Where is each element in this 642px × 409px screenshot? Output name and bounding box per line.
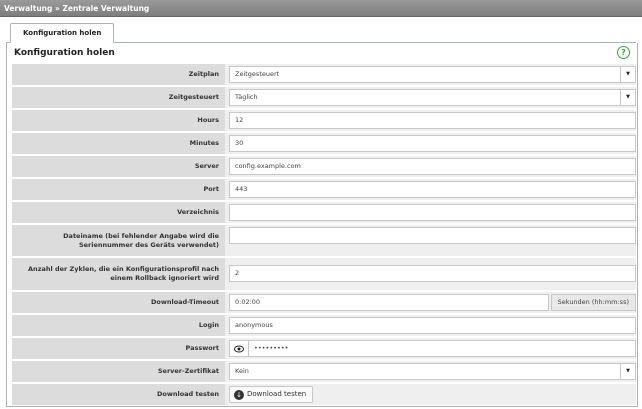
server-zertifikat-label: Server-Zertifikat: [12, 361, 225, 382]
chevron-down-icon[interactable]: ▼: [620, 364, 635, 379]
row-server: Server config.example.com: [12, 156, 636, 177]
tab-konfiguration-holen[interactable]: Konfiguration holen: [10, 23, 115, 43]
zeitgesteuert-value: Täglich: [235, 93, 258, 101]
server-zertifikat-value: Kein: [235, 367, 249, 375]
passwort-input[interactable]: •••••••••: [229, 340, 636, 357]
zyklen-input[interactable]: 2: [229, 265, 636, 282]
panel-title: Konfiguration holen: [14, 48, 115, 58]
row-server-zertifikat: Server-Zertifikat Kein ▼: [12, 361, 636, 382]
login-label: Login: [12, 315, 225, 336]
row-download-testen: Download testen ↓ Download testen: [12, 384, 636, 405]
passwort-label: Passwort: [12, 338, 225, 359]
chevron-down-icon[interactable]: ▼: [620, 67, 635, 82]
verzeichnis-input[interactable]: [229, 204, 636, 221]
row-hours: Hours 12: [12, 110, 636, 131]
download-testen-button[interactable]: ↓ Download testen: [229, 386, 314, 403]
row-zyklen: Anzahl der Zyklen, die ein Konfiguration…: [12, 258, 636, 290]
server-input[interactable]: config.example.com: [229, 158, 636, 175]
passwort-value: •••••••••: [254, 344, 289, 352]
chevron-down-icon[interactable]: ▼: [620, 90, 635, 105]
port-input[interactable]: 443: [229, 181, 636, 198]
minutes-input[interactable]: 30: [229, 135, 636, 152]
row-port: Port 443: [12, 179, 636, 200]
minutes-label: Minutes: [12, 133, 225, 154]
tab-strip: Konfiguration holen: [0, 23, 642, 43]
server-label: Server: [12, 156, 225, 177]
row-download-timeout: Download-Timeout 0:02:00 Sekunden (hh:mm…: [12, 292, 636, 313]
port-label: Port: [12, 179, 225, 200]
zeitgesteuert-label: Zeitgesteuert: [12, 87, 225, 108]
zeitplan-label: Zeitplan: [12, 64, 225, 85]
row-passwort: Passwort •••••••••: [12, 338, 636, 359]
login-input[interactable]: anonymous: [229, 317, 636, 334]
dateiname-label: Dateiname (bei fehlender Angabe wird die…: [12, 225, 225, 256]
dateiname-input[interactable]: [229, 227, 636, 244]
row-minutes: Minutes 30: [12, 133, 636, 154]
config-panel: Konfiguration holen ? Zeitplan Zeitgeste…: [6, 43, 638, 407]
download-timeout-label: Download-Timeout: [12, 292, 225, 313]
zeitplan-select[interactable]: Zeitgesteuert ▼: [229, 66, 636, 83]
zyklen-label: Anzahl der Zyklen, die ein Konfiguration…: [12, 258, 225, 290]
breadcrumb: Verwaltung » Zentrale Verwaltung: [0, 0, 642, 17]
server-zertifikat-select[interactable]: Kein ▼: [229, 363, 636, 380]
eye-icon[interactable]: [230, 341, 249, 356]
hours-input[interactable]: 12: [229, 112, 636, 129]
row-login: Login anonymous: [12, 315, 636, 336]
row-dateiname: Dateiname (bei fehlender Angabe wird die…: [12, 225, 636, 256]
download-timeout-input[interactable]: 0:02:00: [229, 294, 549, 311]
verzeichnis-label: Verzeichnis: [12, 202, 225, 223]
hours-label: Hours: [12, 110, 225, 131]
zeitplan-value: Zeitgesteuert: [235, 70, 280, 78]
row-zeitplan: Zeitplan Zeitgesteuert ▼: [12, 64, 636, 85]
row-zeitgesteuert: Zeitgesteuert Täglich ▼: [12, 87, 636, 108]
zeitgesteuert-select[interactable]: Täglich ▼: [229, 89, 636, 106]
row-verzeichnis: Verzeichnis: [12, 202, 636, 223]
download-timeout-unit: Sekunden (hh:mm:ss): [550, 294, 636, 311]
cloud-download-icon: ↓: [234, 389, 244, 400]
help-circle-icon[interactable]: ?: [617, 46, 630, 59]
download-testen-label: Download testen: [12, 384, 225, 405]
download-testen-button-label: Download testen: [247, 390, 307, 398]
